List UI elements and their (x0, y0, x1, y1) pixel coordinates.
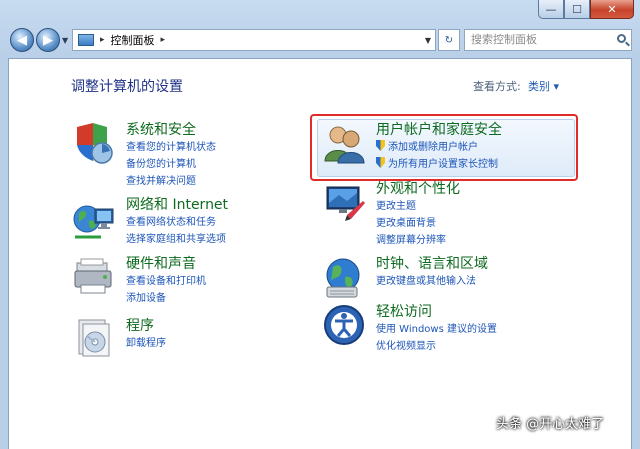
category-network-internet: 网络和 Internet 查看网络状态和任务 选择家庭组和共享选项 (126, 196, 228, 248)
link-optimize-display[interactable]: 优化视频显示 (376, 338, 497, 355)
address-bar[interactable]: ▸ 控制面板 ▸ ▼ (72, 29, 436, 51)
back-button[interactable]: ◀ (10, 28, 34, 52)
category-clock-language-region: 时钟、语言和区域 更改键盘或其他输入法 (376, 255, 488, 290)
link-backup-computer[interactable]: 备份您的计算机 (126, 156, 216, 173)
minimize-button[interactable]: — (538, 0, 564, 19)
category-title[interactable]: 硬件和声音 (126, 255, 206, 273)
link-troubleshoot[interactable]: 查找并解决问题 (126, 173, 216, 190)
appearance-personalization-icon (326, 186, 365, 221)
link-add-remove-users[interactable]: 添加或删除用户帐户 (376, 139, 502, 156)
refresh-button[interactable]: ↻ (438, 29, 460, 51)
system-security-icon (77, 123, 113, 164)
link-text: 为所有用户设置家长控制 (388, 159, 498, 170)
search-icon[interactable] (617, 34, 626, 43)
navigation-bar: ◀ ▶ ▼ ▸ 控制面板 ▸ ▼ ↻ 搜索控制面板 (8, 28, 632, 54)
category-hardware-sound: 硬件和声音 查看设备和打印机 添加设备 (126, 255, 206, 307)
search-placeholder: 搜索控制面板 (471, 33, 537, 46)
link-change-theme[interactable]: 更改主题 (376, 198, 460, 215)
close-button[interactable]: ✕ (590, 0, 634, 19)
link-add-device[interactable]: 添加设备 (126, 290, 206, 307)
link-network-status[interactable]: 查看网络状态和任务 (126, 214, 228, 231)
category-title[interactable]: 时钟、语言和区域 (376, 255, 488, 273)
control-panel-icon (78, 34, 94, 46)
page-title: 调整计算机的设置 (71, 79, 183, 95)
link-recommended-settings[interactable]: 使用 Windows 建议的设置 (376, 321, 497, 338)
hardware-sound-icon (74, 258, 112, 294)
category-title[interactable]: 外观和个性化 (376, 180, 460, 198)
watermark: 头条 @开心太难了 (496, 417, 605, 432)
link-devices-printers[interactable]: 查看设备和打印机 (126, 273, 206, 290)
breadcrumb-separator[interactable]: ▸ (100, 35, 105, 45)
uac-shield-icon (376, 140, 385, 151)
control-panel-window: — ☐ ✕ ◀ ▶ ▼ ▸ 控制面板 ▸ ▼ ↻ 搜索控制面板 调整计算机的设置… (0, 0, 640, 449)
link-text: 添加或删除用户帐户 (388, 142, 478, 153)
user-accounts-icon (324, 126, 365, 164)
maximize-button[interactable]: ☐ (564, 0, 590, 19)
category-programs: 程序 卸载程序 (126, 317, 166, 352)
category-ease-of-access: 轻松访问 使用 Windows 建议的设置 优化视频显示 (376, 303, 497, 355)
category-title[interactable]: 轻松访问 (376, 303, 497, 321)
link-adjust-resolution[interactable]: 调整屏幕分辨率 (376, 232, 460, 249)
breadcrumb-separator-2[interactable]: ▸ (161, 35, 166, 45)
category-title[interactable]: 程序 (126, 317, 166, 335)
clock-language-region-icon (326, 258, 360, 298)
link-uninstall-program[interactable]: 卸载程序 (126, 335, 166, 352)
category-appearance: 外观和个性化 更改主题 更改桌面背景 调整屏幕分辨率 (376, 180, 460, 249)
caption-buttons: — ☐ ✕ (538, 0, 634, 20)
category-title[interactable]: 用户帐户和家庭安全 (376, 121, 502, 139)
link-change-input-methods[interactable]: 更改键盘或其他输入法 (376, 273, 488, 290)
view-by-dropdown[interactable]: 类别 ▾ (528, 78, 559, 94)
recent-pages-dropdown[interactable]: ▼ (62, 36, 68, 45)
network-internet-icon (73, 205, 114, 239)
forward-button[interactable]: ▶ (36, 28, 60, 52)
link-change-background[interactable]: 更改桌面背景 (376, 215, 460, 232)
uac-shield-icon (376, 157, 385, 168)
programs-icon (78, 319, 110, 357)
address-dropdown-icon[interactable]: ▼ (425, 36, 431, 45)
view-by-label: 查看方式: (473, 80, 521, 93)
ease-of-access-icon (324, 305, 364, 345)
category-system-security: 系统和安全 查看您的计算机状态 备份您的计算机 查找并解决问题 (126, 121, 216, 190)
link-parental-controls[interactable]: 为所有用户设置家长控制 (376, 156, 502, 173)
main-content: 调整计算机的设置 查看方式: 类别 ▾ 系统和安全 查看您的计算机状态 备份您的… (8, 58, 632, 449)
category-title[interactable]: 系统和安全 (126, 121, 216, 139)
breadcrumb-control-panel[interactable]: 控制面板 (111, 32, 155, 48)
search-input[interactable]: 搜索控制面板 (464, 29, 632, 51)
link-homegroup-sharing[interactable]: 选择家庭组和共享选项 (126, 231, 228, 248)
category-user-accounts: 用户帐户和家庭安全 添加或删除用户帐户 为所有用户设置家长控制 (376, 121, 502, 173)
category-title[interactable]: 网络和 Internet (126, 196, 228, 214)
link-view-computer-status[interactable]: 查看您的计算机状态 (126, 139, 216, 156)
